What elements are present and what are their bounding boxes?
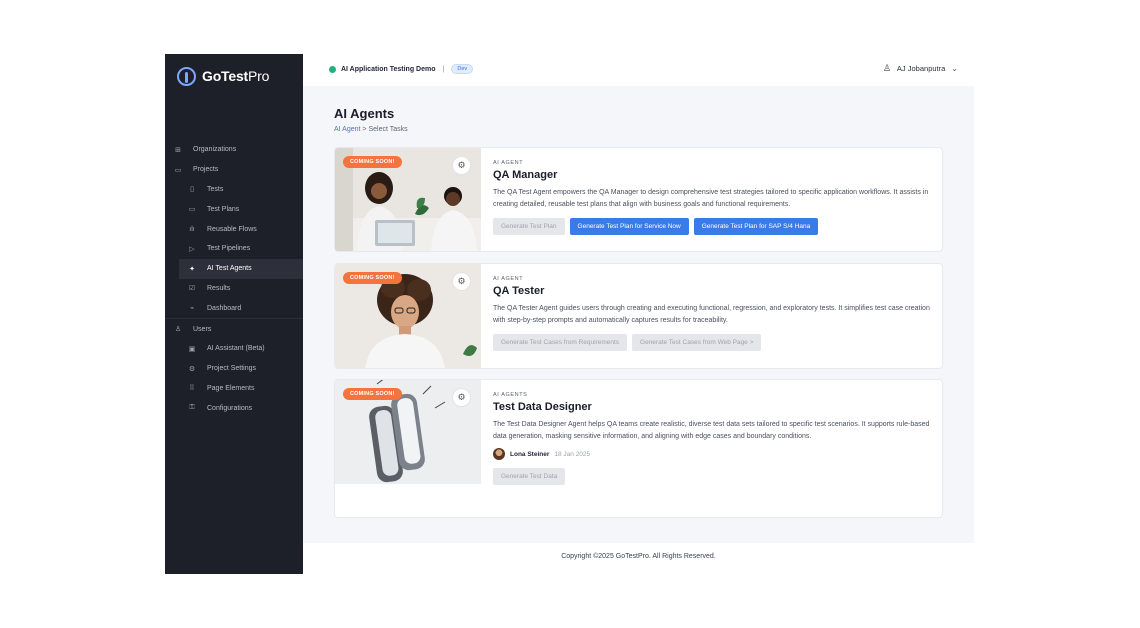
logo-icon [177,66,196,86]
card-body: AI AGENT QA Tester The QA Tester Agent g… [493,276,933,351]
coming-soon-badge: COMING SOON! [343,388,402,400]
sidebar-item-reusable-flows[interactable]: ılı Reusable Flows [165,219,303,239]
sidebar-item-test-plans[interactable]: ▭ Test Plans [165,199,303,219]
sidebar-item-organizations[interactable]: ⊞ Organizations [165,140,303,160]
generate-test-plan-button[interactable]: Generate Test Plan [493,218,565,235]
generate-test-plan-sap-button[interactable]: Generate Test Plan for SAP S/4 Hana [693,218,819,235]
avatar [493,448,505,460]
main-content: AI Agents AI Agent > Select Tasks COMING… [303,86,974,543]
sidebar-item-ai-test-agents[interactable]: ✦ AI Test Agents [179,258,303,279]
chart-icon: ⌁ [189,305,195,313]
sidebar-item-results[interactable]: ☑ Results [165,279,303,299]
card-title: QA Tester [493,285,545,297]
card-body: AI AGENTS Test Data Designer The Test Da… [493,392,933,485]
generate-test-cases-webpage-button[interactable]: Generate Test Cases from Web Page > [632,334,762,351]
folder-icon: ▭ [174,166,182,174]
generate-test-cases-requirements-button[interactable]: Generate Test Cases from Requirements [493,334,628,351]
app-logo[interactable]: GoTestPro [177,61,269,91]
card-actions: Generate Test Cases from Requirements Ge… [493,334,933,351]
card-author: Lona Steiner 18 Jan 2025 [493,448,933,460]
user-icon: ♙ [882,63,891,73]
sidebar-item-projects[interactable]: ▭ Projects [165,160,303,180]
agent-card-qa-tester: COMING SOON! ⚙ AI AGENT QA Tester The QA… [334,263,943,369]
card-actions: Generate Test Data [493,468,933,485]
settings-icon: ⚙ [188,365,196,373]
config-icon: ⚿ [189,404,195,412]
breadcrumb-current: > Select Tasks [360,126,408,133]
card-kicker: AI AGENT [493,160,524,166]
coming-soon-badge: COMING SOON! [343,272,402,284]
generate-test-data-button[interactable]: Generate Test Data [493,468,566,485]
breadcrumb: AI Agent > Select Tasks [334,126,408,133]
top-bar: AI Application Testing Demo | Dev ♙ AJ J… [303,54,974,86]
sidebar-item-project-settings[interactable]: ⚙ Project Settings [165,359,303,379]
card-description: The Test Data Designer Agent helps QA te… [493,421,930,440]
footer-copyright: Copyright ©2025 GoTestPro. All Rights Re… [561,553,716,560]
card-actions: Generate Test Plan Generate Test Plan fo… [493,218,933,235]
elements-icon: ⠿ [189,385,195,393]
card-description: The QA Test Agent empowers the QA Manage… [493,189,929,208]
author-name: Lona Steiner [510,450,550,458]
sidebar: GoTestPro ⊞ Organizations ▭ Projects ▯ Test… [165,54,303,574]
author-date: 18 Jan 2025 [554,450,591,458]
card-kicker: AI AGENTS [493,392,528,398]
org-icon: ⊞ [175,146,181,154]
project-name: AI Application Testing Demo [341,65,436,73]
agent-card-qa-manager: COMING SOON! ⚙ AI AGENT QA Manager The Q… [334,147,943,252]
page-title: AI Agents [334,106,395,121]
sidebar-item-test-pipelines[interactable]: ▷ Test Pipelines [165,239,303,259]
gear-icon[interactable]: ⚙ [452,272,471,291]
brand-name: GoTestPro [202,68,270,84]
sidebar-item-ai-assistant[interactable]: ▣ AI Assistant (Beta) [165,339,303,359]
user-menu[interactable]: ♙ AJ Jobanputra ⌄ [883,63,958,74]
sidebar-item-users[interactable]: ♙ Users [165,319,303,339]
check-icon: ☑ [188,285,196,293]
chevron-down-icon: ⌄ [951,64,958,73]
status-dot-icon [329,65,336,73]
agent-icon: ✦ [189,265,195,273]
card-body: AI AGENT QA Manager The QA Test Agent em… [493,160,933,235]
user-icon: ♙ [174,326,182,334]
project-selector[interactable]: AI Application Testing Demo | Dev [329,64,474,74]
file-icon: ▯ [190,186,194,194]
user-name: AJ Jobanputra [896,64,946,73]
breadcrumb-link[interactable]: AI Agent [334,126,360,133]
gear-icon[interactable]: ⚙ [452,156,471,175]
project-separator: | [442,65,445,73]
gear-icon[interactable]: ⚙ [452,388,471,407]
card-kicker: AI AGENT [493,276,524,282]
coming-soon-badge: COMING SOON! [343,156,402,168]
generate-test-plan-servicenow-button[interactable]: Generate Test Plan for Service Now [569,218,689,235]
sidebar-item-dashboard[interactable]: ⌁ Dashboard [165,298,303,318]
sidebar-nav: ⊞ Organizations ▭ Projects ▯ Tests ▭ Test Pl… [165,140,303,418]
card-description: The QA Tester Agent guides users through… [493,305,930,324]
play-icon: ▷ [189,245,195,253]
assistant-icon: ▣ [188,345,196,353]
env-badge: Dev [451,64,474,74]
sidebar-item-tests[interactable]: ▯ Tests [165,180,303,200]
sidebar-item-page-elements[interactable]: ⠿ Page Elements [165,379,303,399]
sidebar-item-configurations[interactable]: ⚿ Configurations [165,398,303,418]
card-title: QA Manager [493,169,558,181]
agent-card-test-data-designer: COMING SOON! ⚙ AI AGENTS Test Data Desig… [334,379,943,518]
folder-icon: ▭ [188,206,196,214]
card-title: Test Data Designer [493,401,592,413]
flow-icon: ılı [189,225,195,233]
